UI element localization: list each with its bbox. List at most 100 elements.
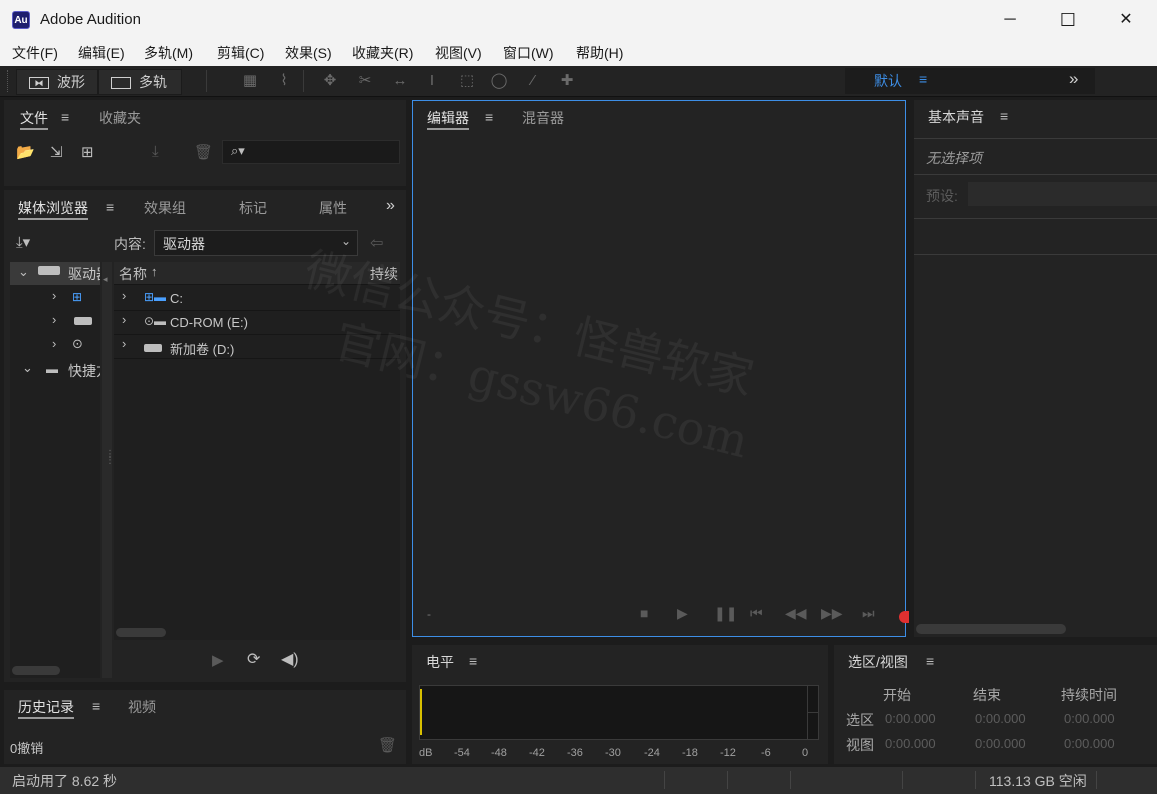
skip-previous-icon[interactable]: ⏮ — [750, 605, 763, 622]
loop-preview-icon[interactable]: ⟳ — [247, 649, 260, 669]
delete-icon[interactable]: 🗑 — [378, 736, 397, 754]
tab-media-browser[interactable]: 媒体浏览器 — [18, 198, 88, 220]
import-media-icon[interactable]: ⤓▾ — [16, 233, 30, 251]
media-panel-menu-icon[interactable]: ≡ — [106, 199, 114, 215]
selection-start[interactable]: 0:00.000 — [885, 711, 936, 726]
time-selection-tool-icon[interactable]: I — [422, 71, 442, 91]
tree-scrollbar[interactable] — [12, 666, 60, 675]
selection-duration[interactable]: 0:00.000 — [1064, 711, 1115, 726]
files-panel-menu-icon[interactable]: ≡ — [61, 109, 69, 125]
spot-healing-tool-icon[interactable]: ✚ — [557, 71, 577, 91]
editor-panel-menu-icon[interactable]: ≡ — [485, 109, 493, 125]
view-duration[interactable]: 0:00.000 — [1064, 736, 1115, 751]
move-tool-icon[interactable]: ✥ — [320, 71, 340, 91]
new-file-icon[interactable]: ⊞ — [81, 143, 94, 161]
brush-tool-icon[interactable]: ⁄ — [523, 71, 543, 91]
sound-panel-scrollbar[interactable] — [916, 624, 1066, 634]
drive-name: 新加卷 (D:) — [170, 342, 235, 357]
chevron-right-icon[interactable]: › — [52, 312, 56, 327]
tab-files[interactable]: 文件 — [20, 108, 48, 130]
spectral-frequency-icon[interactable]: ▦ — [240, 71, 260, 91]
auto-play-icon[interactable]: ◀) — [281, 649, 299, 669]
tab-favorites[interactable]: 收藏夹 — [99, 108, 141, 128]
multitrack-icon — [111, 77, 131, 90]
more-tabs-icon[interactable]: » — [386, 197, 395, 215]
tab-mixer[interactable]: 混音器 — [522, 108, 564, 128]
open-folder-icon[interactable]: 📂 — [16, 143, 35, 161]
workspace-default[interactable]: 默认 — [874, 71, 902, 91]
chevron-down-icon[interactable]: ⌄ — [18, 264, 29, 280]
tab-video[interactable]: 视频 — [128, 697, 156, 717]
pause-icon[interactable]: ❚❚ — [714, 605, 737, 622]
close-button[interactable]: ✕ — [1097, 0, 1155, 40]
multitrack-view-button[interactable]: 多轨 — [98, 69, 182, 95]
view-start[interactable]: 0:00.000 — [885, 736, 936, 751]
menu-effects[interactable]: 效果(S) — [285, 40, 332, 66]
spectral-pitch-icon[interactable]: ⌇ — [274, 71, 294, 91]
maximize-button[interactable]: ☐ — [1039, 0, 1097, 40]
menu-clip[interactable]: 剪辑(C) — [217, 40, 264, 66]
rewind-icon[interactable]: ◀◀ — [785, 605, 807, 622]
sound-panel-menu-icon[interactable]: ≡ — [1000, 108, 1008, 124]
chevron-right-icon[interactable]: › — [122, 336, 126, 351]
play-icon[interactable]: ▶ — [677, 605, 688, 622]
menu-file[interactable]: 文件(F) — [12, 40, 58, 66]
lasso-tool-icon[interactable]: ◯ — [489, 71, 509, 91]
workspace-more-icon[interactable]: » — [1069, 69, 1078, 89]
record-icon[interactable] — [899, 611, 909, 623]
preset-select[interactable] — [968, 182, 1157, 206]
fast-forward-icon[interactable]: ▶▶ — [821, 605, 843, 622]
search-icon: ⌕▾ — [231, 143, 245, 158]
marquee-tool-icon[interactable]: ⬚ — [457, 71, 477, 91]
drive-name: C: — [170, 291, 183, 306]
tab-effects-rack[interactable]: 效果组 — [144, 198, 186, 218]
drive-icon — [74, 317, 92, 325]
skip-next-icon[interactable]: ⏭ — [862, 605, 875, 622]
levels-panel: 电平 ≡ dB -54 -48 -42 -36 -30 -24 -18 -12 … — [412, 645, 828, 764]
tab-properties[interactable]: 属性 — [319, 198, 347, 218]
history-panel-menu-icon[interactable]: ≡ — [92, 698, 100, 714]
chevron-right-icon[interactable]: › — [122, 312, 126, 327]
history-panel: 历史记录 ≡ 视频 0撤销 🗑 — [4, 690, 406, 764]
files-search-input[interactable]: ⌕▾ — [222, 140, 400, 164]
column-name[interactable]: 名称 — [119, 264, 147, 284]
menu-view[interactable]: 视图(V) — [435, 40, 482, 66]
status-divider — [664, 771, 665, 789]
insert-into-multitrack-icon[interactable]: ⤓ — [152, 143, 159, 160]
minimize-button[interactable]: ─ — [981, 0, 1039, 40]
tab-editor[interactable]: 编辑器 — [427, 108, 469, 130]
selection-panel-menu-icon[interactable]: ≡ — [926, 653, 934, 669]
menu-help[interactable]: 帮助(H) — [576, 40, 623, 66]
chevron-down-icon[interactable]: ⌄ — [22, 360, 33, 376]
sort-asc-icon: ↑ — [151, 264, 158, 279]
view-end[interactable]: 0:00.000 — [975, 736, 1026, 751]
tab-markers[interactable]: 标记 — [239, 198, 267, 218]
splitter-handle[interactable]: ◂ ⋮ ⋮ — [102, 262, 115, 678]
startup-time: 启动用了 8.62 秒 — [12, 773, 118, 789]
tab-history[interactable]: 历史记录 — [18, 697, 74, 719]
menu-edit[interactable]: 编辑(E) — [78, 40, 125, 66]
selection-view-title[interactable]: 选区/视图 — [848, 652, 908, 672]
essential-sound-title[interactable]: 基本声音 — [928, 107, 984, 127]
levels-title[interactable]: 电平 — [426, 652, 454, 672]
cdrom-icon: ⊙▬ — [144, 314, 167, 328]
menu-window[interactable]: 窗口(W) — [503, 40, 554, 66]
chevron-right-icon[interactable]: › — [52, 336, 56, 351]
chevron-right-icon[interactable]: › — [122, 288, 126, 303]
slip-tool-icon[interactable]: ↔ — [390, 71, 410, 91]
shortcut-icon: ▬ — [46, 362, 58, 376]
chevron-right-icon[interactable]: › — [52, 288, 56, 303]
workspace-menu-icon[interactable]: ≡ — [919, 71, 927, 87]
scale-label: -30 — [605, 747, 621, 759]
delete-icon[interactable]: 🗑 — [194, 143, 213, 161]
play-preview-icon[interactable]: ▶ — [212, 651, 224, 669]
razor-tool-icon[interactable]: ✂ — [355, 71, 375, 91]
selection-end[interactable]: 0:00.000 — [975, 711, 1026, 726]
waveform-view-button[interactable]: ⧓ 波形 — [16, 69, 98, 95]
stop-icon[interactable]: ■ — [640, 605, 648, 621]
levels-panel-menu-icon[interactable]: ≡ — [469, 653, 477, 669]
import-file-icon[interactable]: ⇲ — [50, 143, 63, 161]
file-list-scrollbar[interactable] — [116, 628, 166, 637]
menu-multitrack[interactable]: 多轨(M) — [144, 40, 193, 66]
menu-favorites[interactable]: 收藏夹(R) — [352, 40, 413, 66]
